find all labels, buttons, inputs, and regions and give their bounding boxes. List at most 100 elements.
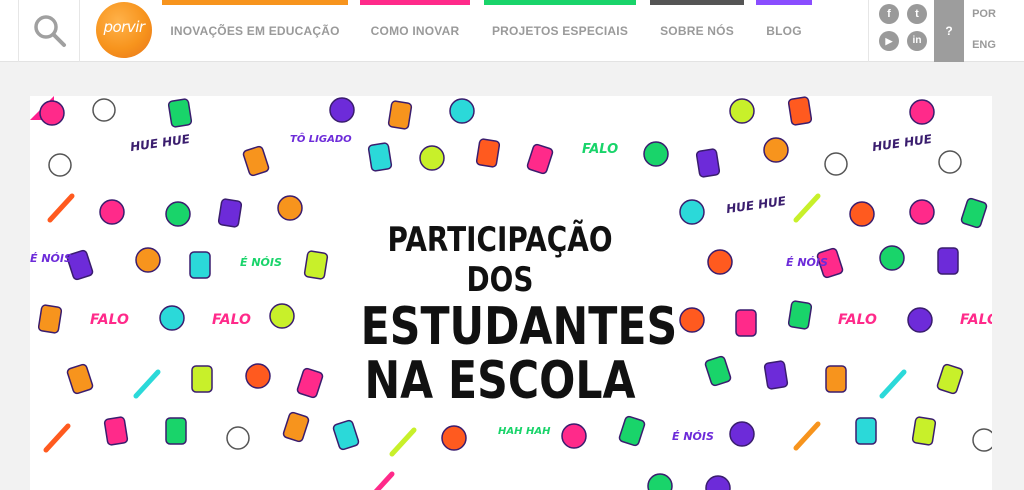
sticker-circle [449, 98, 475, 124]
banner-headline: PARTICIPAÇÃO DOS ESTUDANTES NA ESCOLA [360, 220, 678, 411]
sticker-rect [618, 415, 646, 447]
nav-label: COMO INOVAR [370, 24, 460, 38]
sticker-rect [37, 304, 63, 334]
sticker-circle [99, 199, 125, 225]
sticker-circle [643, 141, 669, 167]
search-icon [34, 15, 66, 47]
sticker-circle [679, 307, 705, 333]
logo-text: porvir [103, 18, 145, 36]
sticker-stick [793, 421, 821, 451]
sticker-rect [242, 145, 270, 177]
sticker-earphones [972, 428, 992, 452]
headline-line-2: ESTUDANTES [360, 297, 678, 357]
youtube-icon[interactable]: ▶ [879, 31, 899, 51]
sticker-falo: FALO [582, 142, 619, 157]
sticker-enois: É NÓIS [30, 252, 72, 265]
nav-label: INOVAÇÕES EM EDUCAÇÃO [170, 24, 340, 38]
sticker-enois: É NÓIS [786, 256, 828, 269]
nav-projetos-especiais[interactable]: PROJETOS ESPECIAIS [484, 0, 636, 62]
linkedin-icon[interactable]: in [907, 31, 927, 51]
sticker-circle [707, 249, 733, 275]
sticker-circle [763, 137, 789, 163]
sticker-rect [695, 148, 721, 178]
sticker-circle [329, 97, 355, 123]
sticker-hahaha: HAH HAH [498, 426, 551, 437]
sticker-stick [389, 427, 417, 457]
sticker-circle [441, 425, 467, 451]
sticker-rect [855, 417, 877, 445]
sticker-circle [729, 421, 755, 447]
sticker-rect [387, 100, 413, 130]
sticker-rect [282, 411, 310, 443]
sticker-stick [793, 193, 821, 223]
sticker-circle [729, 98, 755, 124]
sticker-rect [704, 355, 732, 387]
social-links: f t ▶ in [868, 0, 934, 62]
sticker-earphones [226, 426, 250, 450]
sticker-rect [825, 365, 847, 393]
nav-inovacoes[interactable]: INOVAÇÕES EM EDUCAÇÃO [162, 0, 348, 62]
nav-blog[interactable]: BLOG [756, 0, 812, 62]
sticker-rect [332, 419, 360, 451]
sticker-circle [907, 307, 933, 333]
sticker-rect [296, 367, 324, 399]
sticker-rect [960, 197, 988, 229]
sticker-enois: É NÓIS [672, 430, 714, 443]
sticker-rect [911, 416, 937, 446]
help-button[interactable]: ? [934, 0, 964, 62]
sticker-stick [879, 369, 907, 399]
sticker-rect [735, 309, 757, 337]
sticker-circle [419, 145, 445, 171]
language-por[interactable]: POR [964, 8, 1004, 20]
sticker-circle [245, 363, 271, 389]
sticker-circle [39, 100, 65, 126]
sticker-circle [879, 245, 905, 271]
sticker-rect [66, 363, 94, 395]
sticker-rect [303, 250, 329, 280]
sticker-circle [269, 303, 295, 329]
sticker-rect [217, 198, 243, 228]
top-navigation-bar: porvir INOVAÇÕES EM EDUCAÇÃO COMO INOVAR… [0, 0, 1024, 62]
nav-como-inovar[interactable]: COMO INOVAR [360, 0, 470, 62]
nav-sobre-nos[interactable]: SOBRE NÓS [650, 0, 744, 62]
sticker-earphones [48, 153, 72, 177]
sticker-circle [165, 201, 191, 227]
nav-color-bar [162, 0, 348, 5]
sticker-falo: FALO [212, 312, 251, 328]
headline-line-1: PARTICIPAÇÃO DOS [387, 220, 613, 300]
sticker-circle [561, 423, 587, 449]
sticker-circle [705, 475, 731, 490]
sticker-rect [189, 251, 211, 279]
twitter-icon[interactable]: t [907, 4, 927, 24]
sticker-circle [159, 305, 185, 331]
search-button[interactable] [18, 0, 80, 62]
sticker-circle [909, 199, 935, 225]
sticker-falo: FALO [960, 312, 992, 328]
language-eng[interactable]: ENG [964, 39, 1004, 51]
sticker-rect [787, 96, 813, 126]
sticker-circle [909, 99, 935, 125]
sticker-falo: FALO [838, 312, 877, 328]
sticker-stick [133, 369, 161, 399]
nav-color-bar [756, 0, 812, 5]
sticker-circle [679, 199, 705, 225]
sticker-earphones [938, 150, 962, 174]
porvir-logo[interactable]: porvir [96, 2, 152, 58]
sticker-rect [936, 363, 964, 395]
sticker-rect [191, 365, 213, 393]
nav-color-bar [650, 0, 744, 5]
sticker-toligado: TÔ LIGADO [290, 134, 352, 145]
sticker-rect [367, 142, 393, 172]
sticker-earphones [92, 98, 116, 122]
sticker-rect [763, 360, 789, 390]
facebook-icon[interactable]: f [879, 4, 899, 24]
headline-line-3: NA ESCOLA [364, 351, 636, 411]
hero-banner[interactable]: HUE HUE TÔ LIGADO FALO HUE HUE HUE HUE É… [30, 96, 992, 490]
nav-label: SOBRE NÓS [660, 24, 734, 38]
sticker-rect [103, 416, 129, 446]
nav-color-bar [360, 0, 470, 5]
sticker-rect [475, 138, 501, 168]
sticker-rect [937, 247, 959, 275]
sticker-rect [787, 300, 813, 330]
sticker-enois: É NÓIS [240, 256, 282, 269]
